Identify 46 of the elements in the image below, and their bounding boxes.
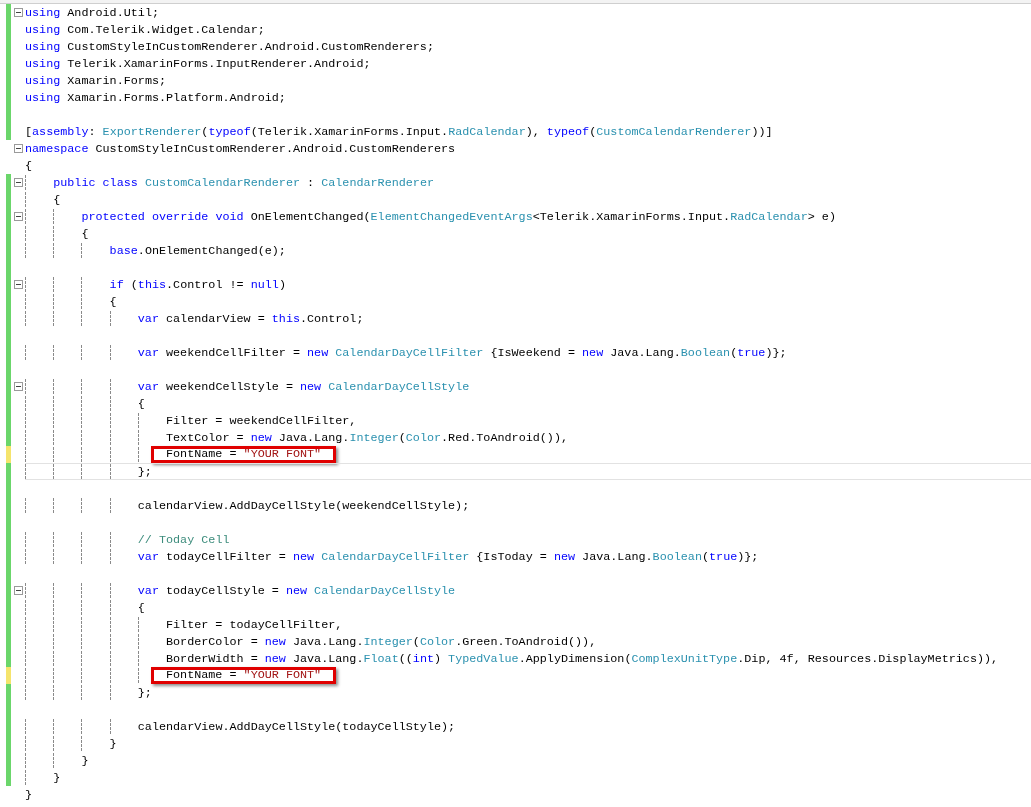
code-line: using Xamarin.Forms.Platform.Android; (25, 90, 286, 105)
highlighted-code: FontName = "YOUR FONT" (151, 667, 337, 684)
code-line: BorderWidth = new Java.Lang.Float((int) TypedValue.ApplyDimension(ComplexUnitType.Dip, 4f, Resources.DisplayMetrics)), (166, 651, 999, 666)
code-line: } (81, 753, 89, 768)
code-line: // Today Cell (137, 532, 230, 547)
code-line: Filter = todayCellFilter, (166, 617, 343, 632)
code-line: using CustomStyleInCustomRenderer.Android.CustomRenderers; (25, 39, 434, 54)
code-line: BorderColor = new Java.Lang.Integer(Color.Green.ToAndroid()), (166, 634, 597, 649)
code-line: protected override void OnElementChanged(ElementChangedEventArgs<Telerik.XamarinForms.Input.RadCalendar> e) (81, 209, 836, 224)
collapse-icon[interactable] (14, 382, 23, 391)
code-line: calendarView.AddDayCellStyle(todayCellStyle); (137, 719, 456, 734)
code-line: var weekendCellStyle = new CalendarDayCellStyle (137, 379, 470, 394)
code-line: } (109, 736, 117, 751)
code-line: base.OnElementChanged(e); (109, 243, 286, 258)
code-line: }; (137, 685, 152, 700)
code-line: var calendarView = this.Control; (137, 311, 364, 326)
code-line: { (53, 192, 61, 207)
highlighted-code: FontName = "YOUR FONT" (151, 446, 337, 463)
code-line: } (53, 770, 61, 785)
code-line: [assembly: ExportRenderer(typeof(Telerik.XamarinForms.Input.RadCalendar), typeof(CustomCalendarRenderer))] (25, 124, 773, 139)
code-line: } (25, 787, 33, 802)
code-line: var weekendCellFilter = new CalendarDayCellFilter {IsWeekend = new Java.Lang.Boolean(true)}; (137, 345, 787, 360)
code-line: var todayCellFilter = new CalendarDayCellFilter {IsToday = new Java.Lang.Boolean(true)}; (137, 549, 759, 564)
code-line: public class CustomCalendarRenderer : CalendarRenderer (53, 175, 434, 190)
code-line: using Com.Telerik.Widget.Calendar; (25, 22, 265, 37)
code-line: TextColor = new Java.Lang.Integer(Color.Red.ToAndroid()), (166, 430, 568, 445)
code-line: namespace CustomStyleInCustomRenderer.Android.CustomRenderers (25, 141, 456, 156)
code-line: { (25, 158, 33, 173)
collapse-icon[interactable] (14, 144, 23, 153)
collapse-icon[interactable] (14, 280, 23, 289)
code-line: }; (137, 464, 152, 479)
code-line: if (this.Control != null) (109, 277, 286, 292)
collapse-icon[interactable] (14, 586, 23, 595)
code-line: var todayCellStyle = new CalendarDayCellStyle (137, 583, 456, 598)
code-line: using Android.Util; (25, 5, 159, 20)
code-line: using Xamarin.Forms; (25, 73, 167, 88)
code-line: { (137, 600, 145, 615)
collapse-icon[interactable] (14, 212, 23, 221)
code-line: { (137, 396, 145, 411)
collapse-icon[interactable] (14, 8, 23, 17)
code-line: using Telerik.XamarinForms.InputRenderer.Android; (25, 56, 371, 71)
code-line: Filter = weekendCellFilter, (166, 413, 357, 428)
code-line: calendarView.AddDayCellStyle(weekendCellStyle); (137, 498, 470, 513)
code-line: { (109, 294, 117, 309)
code-line: { (81, 226, 89, 241)
collapse-icon[interactable] (14, 178, 23, 187)
